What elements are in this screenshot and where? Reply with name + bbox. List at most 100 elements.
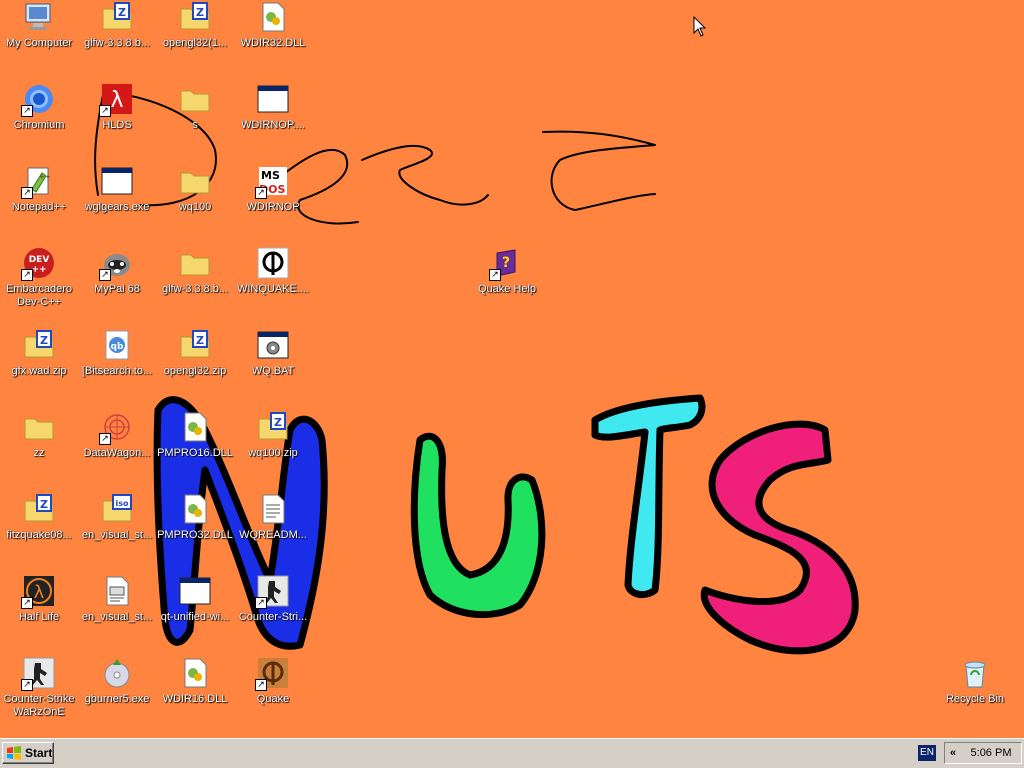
text-file-icon [256,492,290,526]
icon-quake[interactable]: ↗ Quake [234,656,312,734]
icon-mypal[interactable]: ↗ MyPal 68 [78,246,156,324]
icon-label: wglgears.exe [84,201,150,213]
icon-folder-zz[interactable]: zz [0,410,78,488]
icon-label: [Bitsearch.to... [81,365,153,377]
shortcut-arrow-icon: ↗ [99,433,111,445]
shortcut-arrow-icon: ↗ [99,269,111,281]
system-tray: « 5:06 PM [944,742,1022,764]
dll-file-icon [178,656,212,690]
icon-label: opengl32.zip [163,365,227,377]
icon-gfx-wad-zip[interactable]: Z gfx.wad.zip [0,328,78,406]
icon-opengl32-zip[interactable]: Z opengl32.zip [156,328,234,406]
icon-wq100-zip[interactable]: Z wq100.zip [234,410,312,488]
quake-icon: ↗ [255,656,290,691]
icon-datawagon[interactable]: ↗ DataWagon... [78,410,156,488]
icon-counter-strike-warzone[interactable]: ↗ Counter-Strike WaRzOnE [0,656,78,734]
help-book-icon: ? ↗ [489,246,524,281]
shortcut-arrow-icon: ↗ [255,187,267,199]
icon-winquake[interactable]: WINQUAKE.... [234,246,312,324]
svg-text:λ: λ [110,88,123,113]
icon-wdir32-dll[interactable]: WDIR32.DLL [234,0,312,78]
icon-label: Quake Help [477,283,537,295]
clock[interactable]: 5:06 PM [961,747,1021,759]
window-app-icon [178,574,212,608]
counter-strike-icon: ↗ [255,574,290,609]
icon-dev-cpp[interactable]: DEV ++ ↗ Embarcadero Dev-C++ [0,246,78,324]
icon-label: WINQUAKE.... [236,283,310,295]
zip-folder-icon: Z [22,492,56,526]
icon-pmpro32-dll[interactable]: PMPRO32.DLL [156,492,234,570]
shortcut-arrow-icon: ↗ [21,269,33,281]
svg-text:++: ++ [39,173,51,181]
icon-wdirnop-long[interactable]: WDIRNOP.... [234,82,312,160]
taskbar: Start EN « 5:06 PM [0,738,1024,768]
icon-notepad-plus-plus[interactable]: ++ ↗ Notepad++ [0,164,78,242]
shortcut-arrow-icon: ↗ [21,597,33,609]
icon-label: Recycle Bin [945,693,1005,705]
icon-label: s [192,119,198,131]
icon-my-computer[interactable]: My Computer [0,0,78,78]
icon-half-life[interactable]: λ ↗ Half Life [0,574,78,652]
icon-folder-s[interactable]: s [156,82,234,160]
windows-logo-icon [7,746,21,760]
dev-cpp-icon: DEV ++ ↗ [21,246,56,281]
icon-gburner[interactable]: gburner5.exe [78,656,156,734]
icon-pmpro16-dll[interactable]: PMPRO16.DLL [156,410,234,488]
icon-counter-strike[interactable]: ↗ Counter-Stri... [234,574,312,652]
icon-label: PMPRO16.DLL [157,447,233,459]
icon-folder-glfw[interactable]: glfw-3.3.8.b... [156,246,234,324]
icon-label: My Computer [5,37,73,49]
ini-file-icon [100,574,134,608]
icon-opengl32-zip-1[interactable]: Z opengl32(1... [156,0,234,78]
gburner-icon [100,656,134,690]
icon-recycle-bin[interactable]: Recycle Bin [936,656,1014,734]
icon-wglgears[interactable]: wglgears.exe [78,164,156,242]
shortcut-arrow-icon: ↗ [21,105,33,117]
icon-label: WDIR32.DLL [240,37,306,49]
folder-icon [22,410,56,444]
start-button[interactable]: Start [2,742,54,764]
icon-label: fitzquake08... [6,529,72,541]
tray-expand-button[interactable]: « [945,747,961,759]
recycle-bin-icon [958,656,992,690]
icon-qt-unified[interactable]: qt-unified-wi... [156,574,234,652]
shortcut-arrow-icon: ↗ [99,105,111,117]
icon-en-visual-ini[interactable]: en_visual_st... [78,574,156,652]
iso-folder-icon: iso [100,492,134,526]
icon-label: WDIR16.DLL [162,693,228,705]
shortcut-arrow-icon: ↗ [489,269,501,281]
my-computer-icon [22,0,56,34]
language-indicator[interactable]: EN [918,745,936,761]
icon-bitsearch[interactable]: qb [Bitsearch.to... [78,328,156,406]
icon-wq-bat[interactable]: WQ.BAT [234,328,312,406]
window-app-icon [100,164,134,198]
zip-folder-icon: Z [100,0,134,34]
half-life-icon: λ ↗ [99,82,134,117]
svg-text:DEV: DEV [29,255,50,265]
icon-folder-wq100[interactable]: wq100 [156,164,234,242]
zip-folder-icon: Z [178,328,212,362]
raccoon-icon: ↗ [99,246,134,281]
icon-label: gfx.wad.zip [11,365,67,377]
svg-text:Z: Z [40,334,48,347]
desktop[interactable]: My Computer Z glfw-3.3.8.b... Z opengl32… [0,0,1024,738]
zip-folder-icon: Z [178,0,212,34]
icon-glfw-zip[interactable]: Z glfw-3.3.8.b... [78,0,156,78]
icon-quake-help[interactable]: ? ↗ Quake Help [468,246,546,324]
icon-hlds[interactable]: λ ↗ HLDS [78,82,156,160]
icon-chromium[interactable]: ↗ Chromium [0,82,78,160]
icon-wqreadme[interactable]: WQREADM... [234,492,312,570]
icon-label: glfw-3.3.8.b... [161,283,229,295]
svg-text:Z: Z [40,498,48,511]
icon-label: wq100.zip [248,447,298,459]
svg-text:Z: Z [274,416,282,429]
icon-wdirnop[interactable]: MS DOS ↗ WDIRNOP [234,164,312,242]
half-life-icon: λ ↗ [21,574,56,609]
icon-en-visual-iso[interactable]: iso en_visual_st... [78,492,156,570]
svg-text:λ: λ [34,582,45,603]
icon-label: qt-unified-wi... [160,611,230,623]
icon-label: HLDS [102,119,132,131]
icon-wdir16-dll[interactable]: WDIR16.DLL [156,656,234,734]
icon-fitzquake-zip[interactable]: Z fitzquake08... [0,492,78,570]
icon-label: MyPal 68 [94,283,140,295]
